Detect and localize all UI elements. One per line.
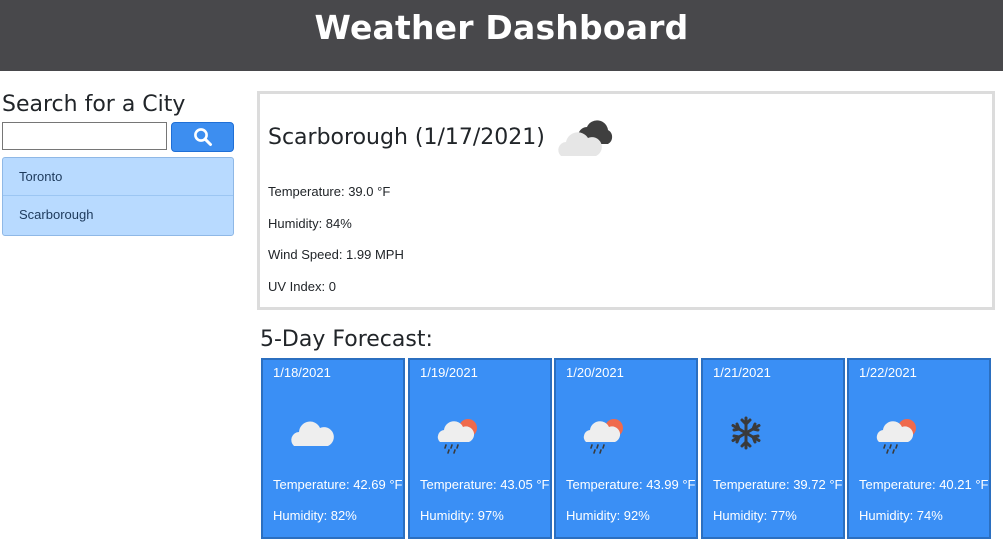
forecast-temperature: Temperature: 42.69 °F [273,477,403,492]
current-humidity: Humidity: 84% [268,216,352,231]
search-history-list: Toronto Scarborough [2,157,234,236]
search-panel: Search for a City Toronto Scarborough [2,90,234,236]
search-heading: Search for a City [2,92,186,117]
history-item-scarborough[interactable]: Scarborough [3,196,233,235]
current-temperature: Temperature: 39.0 °F [268,184,391,199]
rain-sun-icon [583,419,623,454]
forecast-card: 1/18/2021 Temperature: 42.69 °F Humidity… [261,358,405,539]
forecast-temperature: Temperature: 43.99 °F [566,477,696,492]
forecast-humidity: Humidity: 97% [420,508,504,523]
cloud-icon [291,421,334,446]
rain-sun-icon [437,419,477,454]
current-city-title: Scarborough (1/17/2021) [268,125,545,150]
forecast-humidity: Humidity: 77% [713,508,797,523]
forecast-date: 1/20/2021 [566,365,624,380]
current-uv-index: UV Index: 0 [268,279,336,294]
page-title: Weather Dashboard [314,8,689,47]
search-icon [193,128,212,146]
forecast-date: 1/18/2021 [273,365,331,380]
forecast-date: 1/22/2021 [859,365,917,380]
forecast-date: 1/19/2021 [420,365,478,380]
forecast-temperature: Temperature: 39.72 °F [713,477,843,492]
current-title-row: Scarborough (1/17/2021) [268,114,617,162]
forecast-humidity: Humidity: 92% [566,508,650,523]
forecast-humidity: Humidity: 74% [859,508,943,523]
snowflake-icon [731,416,761,450]
app-header: Weather Dashboard [0,0,1003,71]
forecast-temperature: Temperature: 43.05 °F [420,477,550,492]
forecast-card: 1/22/2021 Temperature: 40.21 °F Humidity… [847,358,991,539]
current-wind-speed: Wind Speed: 1.99 MPH [268,247,404,262]
forecast-temperature: Temperature: 40.21 °F [859,477,989,492]
current-weather-panel: Scarborough (1/17/2021) Temperature: 39.… [257,91,995,310]
rain-sun-icon [876,419,916,454]
search-row [2,122,234,152]
search-button[interactable] [171,122,234,152]
city-search-input[interactable] [2,122,167,150]
forecast-card: 1/19/2021 Temperature: 43.05 °F Humidity… [408,358,552,539]
cloudy-icon [558,120,612,156]
forecast-humidity: Humidity: 82% [273,508,357,523]
history-item-toronto[interactable]: Toronto [3,158,233,196]
forecast-date: 1/21/2021 [713,365,771,380]
forecast-row: 1/18/2021 Temperature: 42.69 °F Humidity… [261,358,996,539]
forecast-card: 1/20/2021 Temperature: 43.99 °F Humidity… [554,358,698,539]
forecast-card: 1/21/2021 Temperature: 39.72 °F Humidity… [701,358,845,539]
forecast-heading: 5-Day Forecast: [260,327,433,352]
